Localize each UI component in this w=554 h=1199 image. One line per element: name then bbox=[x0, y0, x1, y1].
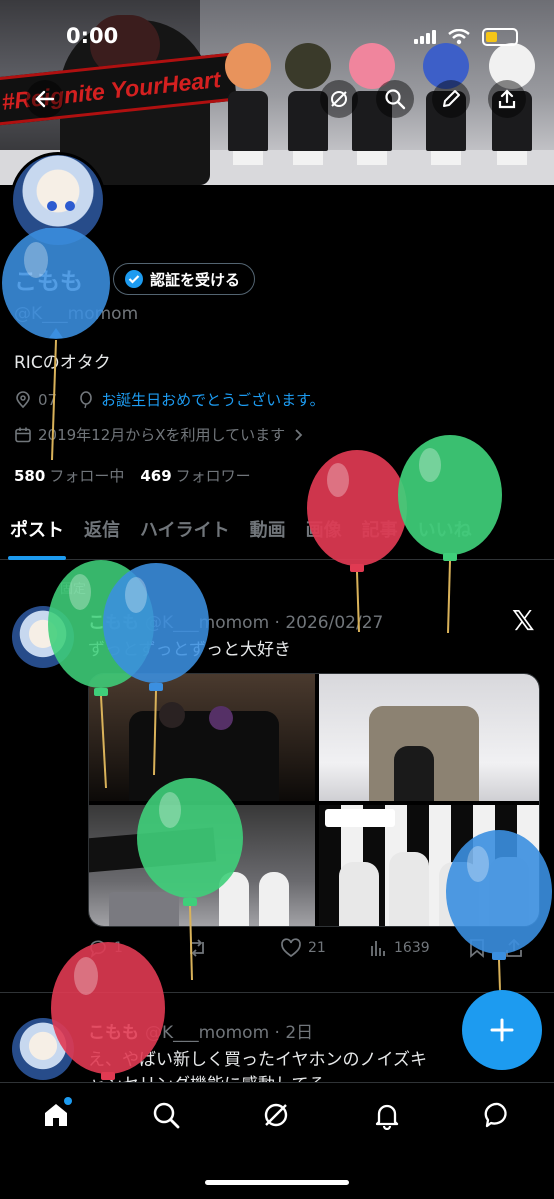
search-icon bbox=[385, 89, 406, 110]
tab-photos[interactable]: 画像 bbox=[296, 506, 352, 560]
profile-handle: @K___momom bbox=[14, 304, 139, 324]
reply-count: 1 bbox=[114, 940, 123, 956]
pinned-text: 固定 bbox=[60, 582, 87, 597]
post-author-handle: @K___momom bbox=[145, 613, 270, 633]
location-icon bbox=[16, 390, 30, 408]
get-verified-button[interactable]: 認証を受ける bbox=[113, 263, 256, 295]
plus-icon bbox=[490, 1018, 514, 1042]
grok-icon bbox=[264, 1103, 288, 1127]
post-media-grid bbox=[88, 673, 540, 927]
like-button[interactable]: 21 bbox=[280, 938, 368, 958]
post-photo-3[interactable] bbox=[89, 805, 315, 926]
tab-replies[interactable]: 返信 bbox=[74, 506, 130, 560]
get-verified-label: 認証を受ける bbox=[150, 270, 241, 289]
nav-search[interactable] bbox=[148, 1097, 184, 1133]
post-header: こもも @K___momom · 2026/02/27 bbox=[88, 608, 383, 633]
signal-icon bbox=[414, 30, 436, 44]
status-time: 0:00 bbox=[66, 24, 119, 48]
joined-date[interactable]: 2019年12月からXを利用しています bbox=[14, 424, 305, 445]
post-author-name[interactable]: こもも bbox=[88, 1023, 139, 1043]
banner-standee bbox=[222, 43, 274, 165]
post-author-handle: @K___momom bbox=[145, 1023, 270, 1043]
following-label: フォロー中 bbox=[49, 467, 125, 485]
edit-button[interactable] bbox=[432, 80, 470, 118]
wifi-icon bbox=[448, 29, 470, 45]
battery-icon bbox=[482, 28, 518, 46]
post-date: · 2日 bbox=[274, 1023, 314, 1043]
views-button[interactable]: 1639 bbox=[368, 938, 468, 958]
profile-tabs: ポスト 返信 ハイライト 動画 画像 記事 いいね bbox=[0, 506, 554, 560]
post-avatar[interactable] bbox=[12, 1018, 74, 1080]
notification-dot bbox=[64, 1097, 72, 1105]
nav-home[interactable] bbox=[38, 1097, 74, 1133]
x-logo-icon: 𝕏 bbox=[512, 604, 535, 637]
home-indicator bbox=[205, 1180, 349, 1185]
repost-button[interactable] bbox=[186, 938, 280, 958]
compose-button[interactable] bbox=[462, 990, 542, 1070]
post-divider bbox=[0, 992, 554, 993]
following-link[interactable]: 580 フォロー中 bbox=[14, 465, 124, 486]
joined-text: 2019年12月からXを利用しています bbox=[38, 426, 286, 444]
reply-icon bbox=[90, 940, 106, 958]
search-icon bbox=[153, 1102, 180, 1129]
status-icons bbox=[414, 28, 518, 46]
share-button[interactable] bbox=[488, 80, 526, 118]
birthday-link[interactable]: お誕生日おめでとうございます。 bbox=[101, 389, 325, 410]
post-author-name[interactable]: こもも bbox=[88, 613, 139, 633]
profile-name: こもも bbox=[14, 269, 83, 295]
post-actions: 1 21 1639 bbox=[88, 938, 540, 958]
nav-notifications[interactable] bbox=[369, 1097, 405, 1133]
grok-button[interactable] bbox=[320, 80, 358, 118]
post-text-line-1: え、やばい新しく買ったイヤホンのノイズキ bbox=[88, 1050, 427, 1070]
share-icon bbox=[506, 938, 522, 957]
bell-icon bbox=[375, 1104, 399, 1130]
profile-meta: 07 お誕生日おめでとうございます。 bbox=[14, 389, 325, 410]
like-count: 21 bbox=[308, 940, 326, 956]
pencil-icon bbox=[443, 90, 460, 107]
bookmark-button[interactable] bbox=[468, 938, 504, 958]
post-photo-2[interactable] bbox=[319, 674, 539, 801]
profile-bio: RICのオタク bbox=[14, 353, 111, 373]
grok-icon bbox=[331, 91, 347, 107]
nav-messages[interactable] bbox=[480, 1097, 516, 1133]
chat-bubble-icon bbox=[484, 1102, 507, 1128]
chevron-right-icon bbox=[295, 428, 303, 441]
followers-count: 469 bbox=[140, 467, 172, 485]
bookmark-icon bbox=[470, 939, 484, 958]
profile-avatar[interactable] bbox=[10, 152, 106, 248]
follow-stats: 580 フォロー中 469 フォロワー bbox=[14, 465, 251, 486]
tab-likes[interactable]: いいね bbox=[408, 506, 482, 560]
analytics-icon bbox=[371, 941, 385, 956]
post-text: ずっとずっとずっと大好き bbox=[88, 640, 291, 660]
tab-videos[interactable]: 動画 bbox=[240, 506, 296, 560]
verified-badge-icon bbox=[125, 270, 143, 288]
followers-link[interactable]: 469 フォロワー bbox=[140, 465, 250, 486]
calendar-icon bbox=[15, 427, 31, 442]
status-bar: 0:00 bbox=[0, 22, 554, 52]
view-count: 1639 bbox=[394, 940, 430, 956]
balloon-icon bbox=[80, 390, 92, 408]
reply-button[interactable]: 1 bbox=[88, 938, 186, 958]
profile-location: 07 bbox=[38, 390, 58, 409]
post-header: こもも @K___momom · 2日 bbox=[88, 1018, 313, 1043]
search-button[interactable] bbox=[376, 80, 414, 118]
post-photo-4[interactable] bbox=[319, 805, 539, 926]
back-button[interactable] bbox=[26, 80, 64, 118]
post-share-button[interactable] bbox=[504, 938, 524, 958]
heart-icon bbox=[281, 938, 301, 958]
post-date: · 2026/02/27 bbox=[274, 613, 384, 633]
tab-highlights[interactable]: ハイライト bbox=[130, 506, 240, 560]
share-icon bbox=[498, 89, 516, 109]
pinned-label: 固定 bbox=[60, 578, 86, 597]
tab-posts[interactable]: ポスト bbox=[0, 506, 74, 560]
tab-articles[interactable]: 記事 bbox=[352, 506, 408, 560]
nav-grok[interactable] bbox=[258, 1097, 294, 1133]
following-count: 580 bbox=[14, 467, 46, 485]
repost-icon bbox=[190, 939, 204, 957]
followers-label: フォロワー bbox=[175, 467, 251, 485]
back-arrow-icon bbox=[35, 90, 55, 108]
post-avatar[interactable] bbox=[12, 606, 74, 668]
post-photo-1[interactable] bbox=[89, 674, 315, 801]
